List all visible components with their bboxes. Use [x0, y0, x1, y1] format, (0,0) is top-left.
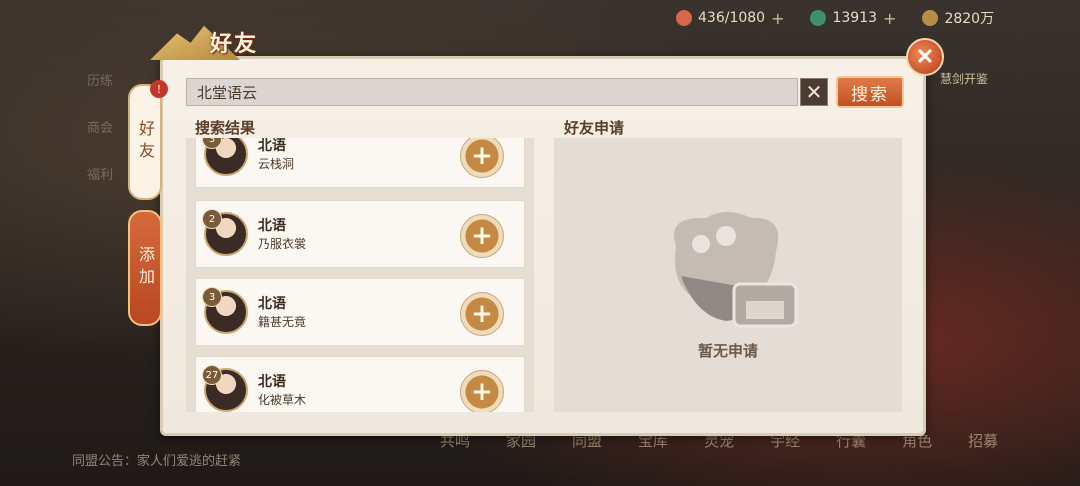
list-item: 3 北语 籍甚无竟 +	[195, 278, 525, 346]
list-item: 27 北语 化被草木 +	[195, 356, 525, 412]
nav-recruit: 招募	[968, 432, 999, 450]
right-event-label: 慧剑开鉴	[940, 72, 989, 86]
peach-icon	[676, 10, 692, 26]
jade-value: 13913	[832, 10, 878, 26]
level-badge: 3	[202, 287, 222, 307]
resource-coin: 2820万	[922, 8, 994, 28]
list-item: 3 北语 云栈洞 +	[195, 138, 525, 188]
player-guild: 乃服衣裳	[258, 237, 307, 251]
tab-add[interactable]: 添加	[128, 210, 162, 326]
menu-item-welfare: 福利	[86, 168, 113, 183]
empty-bag-icon	[674, 212, 798, 328]
level-badge: 2	[202, 209, 222, 229]
resource-bar: 436/1080 + 13913 + 2820万	[676, 8, 994, 28]
menu-item-shop: 商会	[86, 121, 113, 136]
friend-requests-panel: 暂无申请	[554, 138, 902, 412]
stamina-value: 436/1080	[698, 10, 766, 26]
add-friend-button[interactable]: +	[460, 292, 504, 336]
close-button[interactable]: ✕	[906, 38, 944, 76]
add-friend-button[interactable]: +	[460, 370, 504, 412]
add-jade-icon[interactable]: +	[883, 9, 896, 28]
search-field[interactable]	[186, 78, 798, 106]
dialog-title-badge: 好友	[150, 22, 300, 66]
resource-jade: 13913 +	[810, 9, 896, 28]
requests-heading: 好友申请	[564, 119, 625, 137]
clear-search-button[interactable]: ✕	[800, 78, 828, 106]
search-input[interactable]	[195, 82, 797, 102]
dialog-title: 好友	[210, 31, 259, 57]
coin-icon	[922, 10, 939, 26]
add-stamina-icon[interactable]: +	[771, 9, 784, 28]
player-guild: 化被草木	[258, 393, 307, 407]
list-item: 2 北语 乃服衣裳 +	[195, 200, 525, 268]
add-friend-button[interactable]: +	[460, 138, 504, 178]
player-name: 北语	[258, 218, 286, 234]
left-menu: 历练 商会 福利	[70, 70, 130, 211]
menu-item-training: 历练	[86, 74, 113, 89]
search-results-list[interactable]: 3 北语 云栈洞 + 2 北语 乃服衣裳 + 3 北语 籍甚无竟 + 27 北语…	[186, 138, 534, 412]
alliance-notice: 同盟公告：家人们爱逃的赶紧	[72, 454, 242, 469]
empty-requests-text: 暂无申请	[697, 342, 758, 360]
results-heading: 搜索结果	[195, 119, 256, 137]
jade-icon	[810, 10, 827, 26]
tab-friends[interactable]: 好友	[128, 84, 162, 200]
coin-value: 2820万	[944, 11, 995, 27]
player-name: 北语	[258, 374, 286, 390]
player-guild: 籍甚无竟	[258, 315, 307, 329]
level-badge: 27	[202, 365, 222, 385]
player-guild: 云栈洞	[258, 157, 295, 171]
resource-stamina: 436/1080 +	[676, 9, 784, 28]
notification-badge: !	[150, 80, 168, 98]
add-friend-button[interactable]: +	[460, 214, 504, 258]
search-button[interactable]: 搜索	[836, 76, 904, 108]
player-name: 北语	[258, 296, 286, 312]
player-name: 北语	[258, 138, 286, 154]
